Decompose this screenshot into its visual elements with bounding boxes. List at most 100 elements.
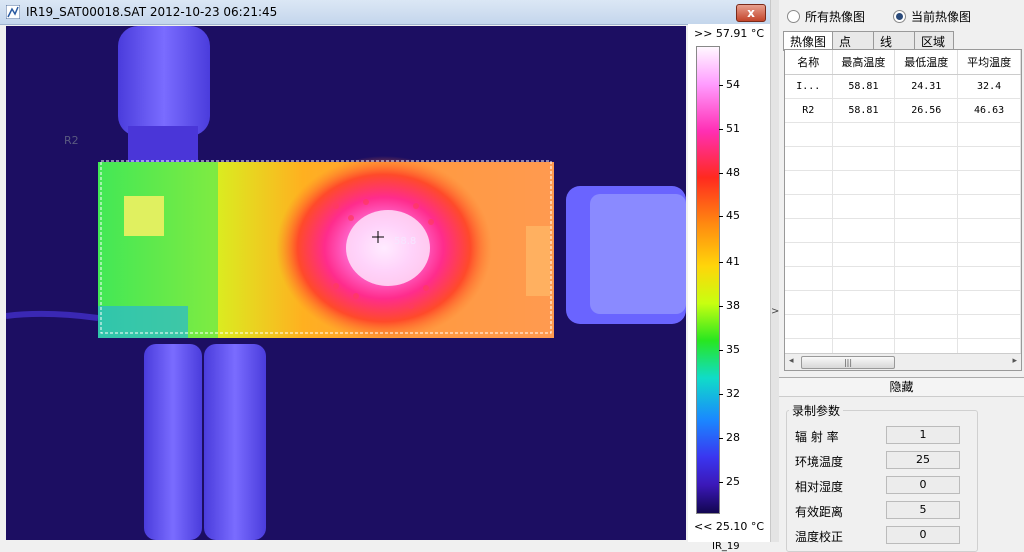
table-row[interactable] — [785, 314, 1021, 339]
table-cell — [957, 122, 1021, 147]
radio-current-image-label: 当前热像图 — [911, 9, 972, 24]
table-row[interactable] — [785, 266, 1021, 291]
table-cell — [957, 314, 1021, 339]
param-value-field[interactable]: 5 — [886, 501, 960, 519]
scale-tick-label: 48 — [726, 166, 740, 179]
table-row[interactable]: R2 58.81 26.56 46.63 — [785, 98, 1021, 123]
recording-params-title: 录制参数 — [789, 402, 844, 419]
scale-tick-label: 45 — [726, 209, 740, 222]
table-cell: 58.81 — [832, 74, 896, 99]
col-avg-temp[interactable]: 平均温度 — [957, 50, 1021, 75]
scale-tick-label: 32 — [726, 387, 740, 400]
radio-current-image-icon[interactable] — [893, 9, 906, 23]
table-cell — [785, 218, 833, 243]
table-row[interactable] — [785, 146, 1021, 171]
analysis-tabs: 热像图 点 线 区域 — [783, 31, 955, 51]
table-cell — [832, 122, 896, 147]
table-cell — [832, 170, 896, 195]
table-cell — [957, 194, 1021, 219]
radio-all-images-label: 所有热像图 — [805, 9, 866, 24]
table-cell — [957, 146, 1021, 171]
table-cell — [957, 290, 1021, 315]
scale-tick-label: 38 — [726, 299, 740, 312]
table-cell — [832, 242, 896, 267]
scroll-thumb[interactable]: ||| — [801, 356, 895, 369]
horizontal-scrollbar[interactable]: ◂ ||| ▸ — [785, 353, 1021, 370]
table-row[interactable] — [785, 290, 1021, 315]
param-label: 温度校正 — [795, 530, 844, 544]
table-cell — [957, 218, 1021, 243]
param-value-field[interactable]: 0 — [886, 526, 960, 544]
tab-line[interactable]: 线 — [873, 31, 916, 49]
tab-area[interactable]: 区域 — [914, 31, 955, 49]
table-header-row: 名称 最高温度 最低温度 平均温度 — [785, 50, 1021, 75]
param-value-field[interactable]: 25 — [886, 451, 960, 469]
scale-min-label: << 25.10 °C — [694, 520, 765, 533]
table-row[interactable] — [785, 242, 1021, 267]
table-cell — [785, 122, 833, 147]
scale-tick-label: 25 — [726, 475, 740, 488]
param-label: 相对湿度 — [795, 480, 844, 494]
table-cell: I... — [785, 74, 833, 99]
scroll-right-icon[interactable]: ▸ — [1012, 356, 1017, 366]
roi-label: R2 — [64, 134, 79, 147]
col-min-temp[interactable]: 最低温度 — [894, 50, 959, 75]
scroll-left-icon[interactable]: ◂ — [789, 356, 794, 366]
col-name[interactable]: 名称 — [785, 50, 833, 75]
scale-tick-label: 28 — [726, 431, 740, 444]
scale-tick-mark — [719, 394, 723, 395]
close-button[interactable]: x — [736, 4, 766, 22]
col-max-temp[interactable]: 最高温度 — [832, 50, 896, 75]
hide-button[interactable]: 隐藏 — [779, 377, 1024, 397]
palette-name: IR_19 — [712, 541, 740, 552]
scale-tick-mark — [719, 129, 723, 130]
table-cell — [894, 146, 959, 171]
temperature-scale: >> 57.91 °C 54 51 48 45 41 38 35 32 28 25 << 25.1… — [688, 24, 770, 552]
table-cell — [785, 266, 833, 291]
tab-thermal-image[interactable]: 热像图 — [783, 31, 834, 51]
table-cell — [785, 194, 833, 219]
scale-tick-mark — [719, 438, 723, 439]
table-cell: R2 — [785, 98, 833, 123]
scale-tick-mark — [719, 262, 723, 263]
expand-arrow-icon[interactable]: > — [771, 306, 779, 317]
scale-tick-mark — [719, 173, 723, 174]
param-value-field[interactable]: 0 — [886, 476, 960, 494]
table-cell — [894, 314, 959, 339]
table-cell — [832, 290, 896, 315]
measurement-table[interactable]: 名称 最高温度 最低温度 平均温度 I... 58.81 24.31 32.4 R2 58… — [784, 49, 1022, 371]
radio-all-images-icon[interactable] — [787, 9, 800, 23]
table-row[interactable] — [785, 194, 1021, 219]
table-cell: 26.56 — [894, 98, 959, 123]
param-label: 辐 射 率 — [795, 430, 839, 444]
scale-tick-label: 35 — [726, 343, 740, 356]
tab-point[interactable]: 点 — [832, 31, 875, 49]
table-cell: 46.63 — [957, 98, 1021, 123]
info-panel: 所有热像图 当前热像图 热像图 点 线 区域 名称 最高温度 最低温度 平均温度… — [779, 0, 1024, 552]
scale-tick-mark — [719, 482, 723, 483]
window-title-bar: IR19_SAT00018.SAT 2012-10-23 06:21:45 x — [0, 0, 770, 25]
table-cell — [785, 314, 833, 339]
table-row[interactable] — [785, 122, 1021, 147]
table-cell — [785, 170, 833, 195]
table-cell — [894, 194, 959, 219]
table-cell — [894, 266, 959, 291]
scale-tick-mark — [719, 350, 723, 351]
radio-current-image[interactable]: 当前热像图 — [893, 8, 971, 24]
scale-tick-label: 41 — [726, 255, 740, 268]
table-row[interactable] — [785, 218, 1021, 243]
radio-all-images[interactable]: 所有热像图 — [787, 8, 865, 24]
table-cell — [832, 194, 896, 219]
table-cell — [957, 266, 1021, 291]
scale-tick-label: 54 — [726, 78, 740, 91]
param-value-field[interactable]: 1 — [886, 426, 960, 444]
table-cell — [785, 146, 833, 171]
table-row[interactable] — [785, 170, 1021, 195]
thermal-image-view[interactable]: R2 58.8 — [6, 26, 686, 540]
table-row[interactable]: I... 58.81 24.31 32.4 — [785, 74, 1021, 99]
table-cell: 24.31 — [894, 74, 959, 99]
table-cell — [785, 242, 833, 267]
table-cell — [785, 290, 833, 315]
table-cell — [832, 146, 896, 171]
table-cell — [957, 242, 1021, 267]
